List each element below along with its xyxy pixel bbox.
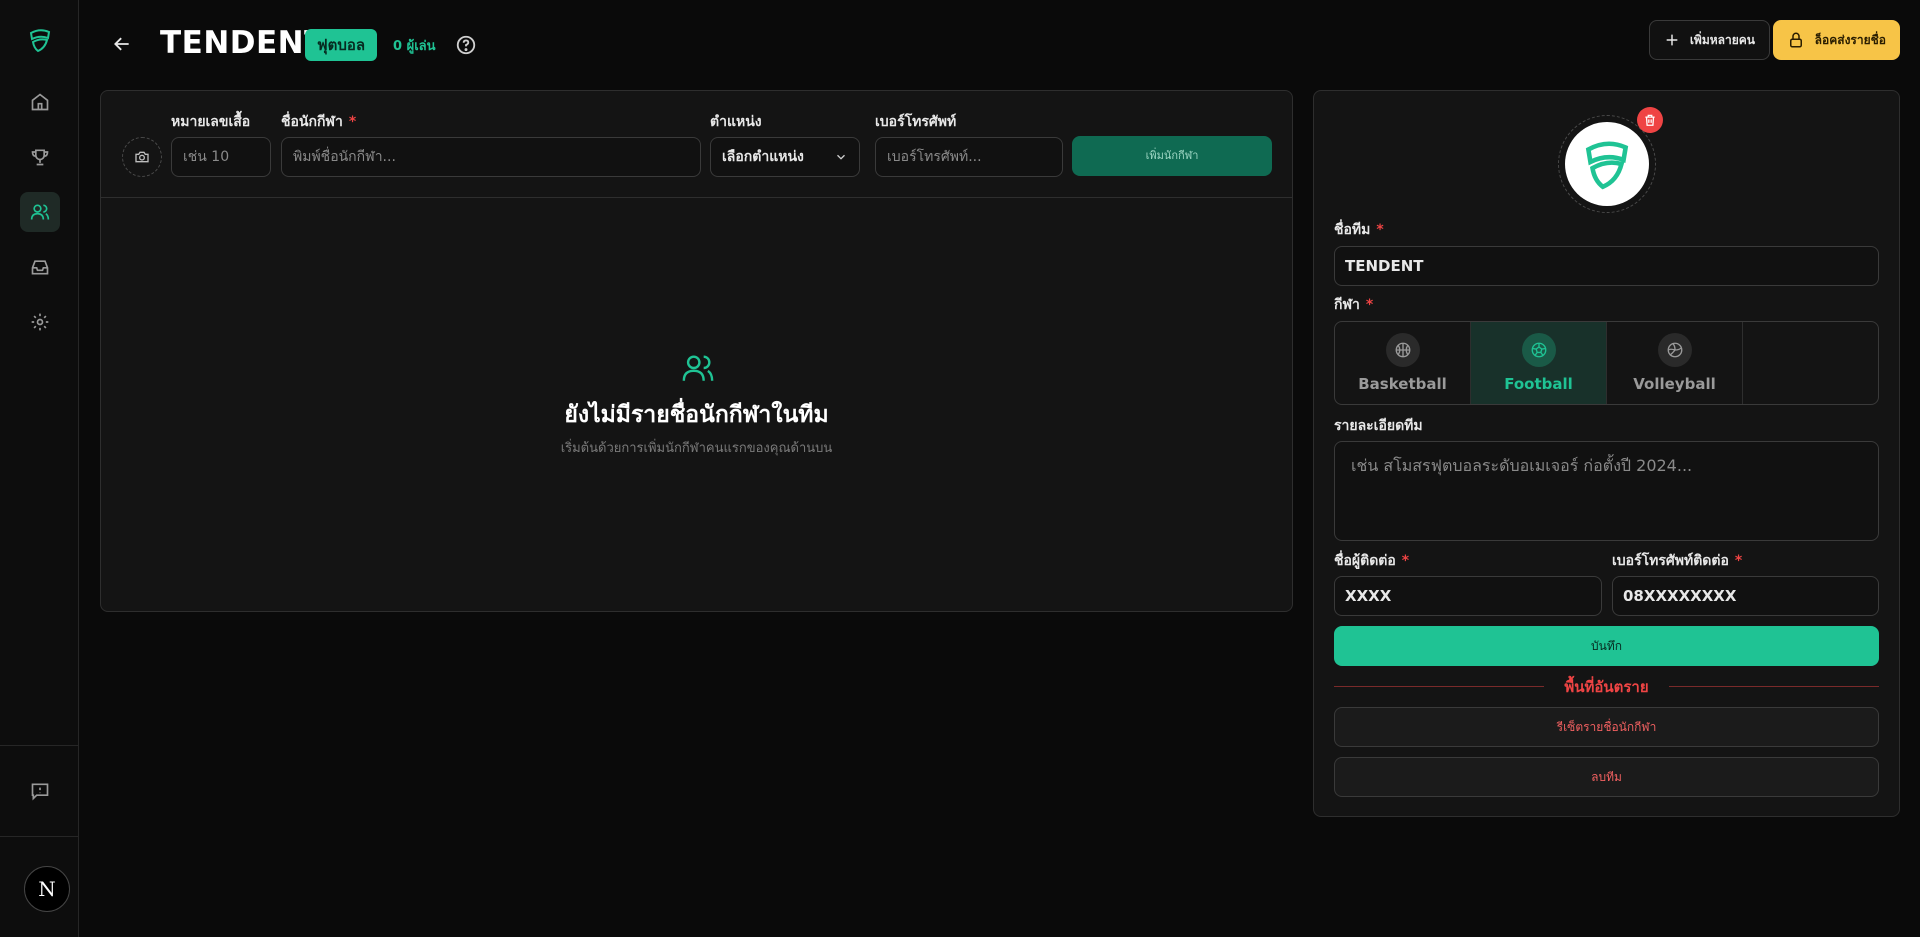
position-select[interactable]: เลือกตำแหน่ง [710, 137, 860, 177]
sport-option-basketball[interactable]: Basketball [1335, 322, 1471, 404]
inbox-icon[interactable] [20, 247, 60, 287]
team-name-label: ชื่อทีม * [1334, 222, 1384, 238]
team-logo [1565, 122, 1649, 206]
position-label: ตำแหน่ง [710, 114, 762, 130]
lock-icon [1789, 32, 1802, 48]
sport-selector: Basketball Football Volleyball [1334, 321, 1879, 405]
empty-state-title: ยังไม่มีรายชื่อนักกีฬาในทีม [564, 402, 829, 428]
add-multiple-button[interactable]: เพิ่มหลายคน [1648, 20, 1770, 60]
sport-option-label: Football [1504, 375, 1573, 393]
jersey-number-input[interactable]: เช่น 10 [171, 137, 271, 177]
player-name-label: ชื่อนักกีฬา * [281, 114, 357, 130]
back-arrow-icon[interactable] [112, 34, 132, 58]
sidebar-divider [0, 836, 79, 837]
add-player-button[interactable]: เพิ่มนักกีฬา [1072, 136, 1272, 176]
feedback-icon[interactable] [20, 771, 60, 811]
add-multiple-label: เพิ่มหลายคน [1689, 32, 1755, 47]
danger-divider [1669, 686, 1879, 687]
help-icon[interactable] [455, 34, 477, 60]
users-icon[interactable] [20, 192, 60, 232]
reset-roster-button[interactable]: รีเซ็ตรายชื่อนักกีฬา [1334, 707, 1879, 747]
avatar[interactable]: N [24, 866, 70, 912]
sport-option-label: Volleyball [1633, 375, 1716, 393]
header: TENDENT ฟุตบอล 0 ผู้เล่น เพิ่มหลายคน ล็อ… [100, 18, 1900, 70]
lock-roster-button[interactable]: ล็อคส่งรายชื่อ [1772, 20, 1900, 60]
jersey-label: หมายเลขเสื้อ [171, 114, 251, 130]
page-title: TENDENT [160, 25, 326, 61]
save-button[interactable]: บันทึก [1334, 626, 1879, 666]
sport-option-label: Basketball [1358, 375, 1447, 393]
football-icon [1521, 333, 1556, 367]
phone-input[interactable]: เบอร์โทรศัพท์... [875, 137, 1063, 177]
home-icon[interactable] [20, 82, 60, 122]
sport-label: กีฬา * [1334, 297, 1374, 313]
position-select-value: เลือกตำแหน่ง [722, 149, 804, 165]
phone-label: เบอร์โทรศัพท์ [875, 114, 957, 130]
trophy-icon[interactable] [20, 137, 60, 177]
contact-phone-input[interactable]: 08XXXXXXXX [1612, 576, 1879, 616]
delete-team-button[interactable]: ลบทีม [1334, 757, 1879, 797]
app-logo-icon[interactable] [20, 20, 60, 60]
player-name-input[interactable]: พิมพ์ชื่อนักกีฬา... [281, 137, 701, 177]
camera-icon[interactable] [122, 137, 162, 177]
player-count: 0 ผู้เล่น [393, 39, 436, 54]
sport-badge: ฟุตบอล [305, 29, 378, 61]
users-icon [681, 351, 715, 389]
team-settings-panel: ชื่อทีม * TENDENT กีฬา * Basketball Footba… [1313, 90, 1900, 817]
volleyball-icon [1657, 333, 1692, 367]
chevron-down-icon [837, 154, 845, 160]
sidebar-divider [0, 745, 79, 746]
add-player-form: หมายเลขเสื้อ เช่น 10 ชื่อนักกีฬา * พิมพ์ช… [101, 91, 1292, 198]
contact-name-input[interactable]: XXXX [1334, 576, 1602, 616]
sport-option-volleyball[interactable]: Volleyball [1607, 322, 1743, 404]
contact-name-label: ชื่อผู้ติดต่อ * [1334, 553, 1410, 569]
danger-zone-title: พื้นที่อันตราย [1564, 678, 1649, 696]
sport-option-football[interactable]: Football [1471, 322, 1607, 404]
basketball-icon [1385, 333, 1420, 367]
trash-icon[interactable] [1637, 107, 1663, 133]
team-name-input[interactable]: TENDENT [1334, 246, 1879, 286]
team-details-textarea[interactable]: เช่น สโมสรฟุตบอลระดับอเมเจอร์ ก่อตั้งปี … [1334, 441, 1879, 541]
empty-state-subtitle: เริ่มต้นด้วยการเพิ่มนักกีฬาคนแรกของคุณด้… [560, 441, 833, 456]
settings-icon[interactable] [20, 302, 60, 342]
sidebar: N [0, 0, 79, 937]
plus-icon [1666, 34, 1678, 46]
contact-phone-label: เบอร์โทรศัพท์ติดต่อ * [1612, 553, 1743, 569]
roster-panel: หมายเลขเสื้อ เช่น 10 ชื่อนักกีฬา * พิมพ์ช… [100, 90, 1293, 612]
lock-roster-label: ล็อคส่งรายชื่อ [1814, 32, 1886, 47]
team-details-label: รายละเอียดทีม [1334, 418, 1423, 434]
